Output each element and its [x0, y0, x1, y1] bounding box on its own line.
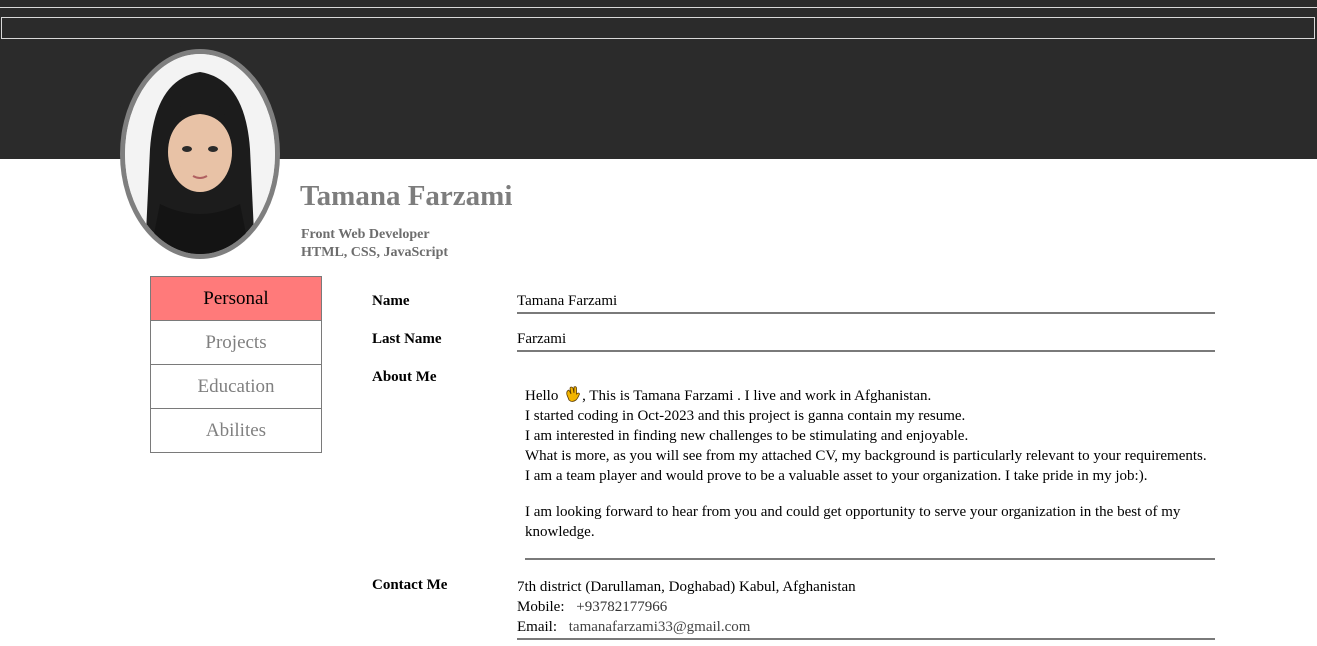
last-name-label: Last Name	[372, 331, 442, 347]
email-label: Email:	[517, 619, 557, 635]
profile-role-block: Front Web Developer HTML, CSS, JavaScrip…	[301, 226, 448, 262]
about-line-2: I started coding in Oct-2023 and this pr…	[525, 408, 966, 424]
about-greeting: Hello	[525, 388, 559, 404]
tab-abilities[interactable]: Abilites	[150, 408, 322, 453]
tab-personal[interactable]: Personal	[150, 276, 322, 321]
profile-role: Front Web Developer	[301, 227, 430, 242]
avatar-photo	[125, 54, 275, 254]
avatar	[120, 49, 280, 259]
contact-address: 7th district (Darullaman, Doghabad) Kabu…	[517, 579, 856, 595]
about-line-4: What is more, as you will see from my at…	[525, 448, 1207, 464]
name-value: Tamana Farzami	[517, 293, 1215, 314]
profile-skills: HTML, CSS, JavaScript	[301, 245, 449, 260]
last-name-value: Farzami	[517, 331, 1215, 352]
email-link[interactable]: tamanafarzami33@gmail.com	[569, 619, 751, 635]
section-tabs: Personal Projects Education Abilites	[150, 276, 322, 453]
contact-info: 7th district (Darullaman, Doghabad) Kabu…	[517, 577, 1215, 640]
tab-projects[interactable]: Projects	[150, 320, 322, 365]
about-paragraph: Hello , This is Tamana Farzami . I live …	[525, 385, 1215, 486]
about-me-label: About Me	[372, 369, 437, 385]
about-line-3: I am interested in finding new challenge…	[525, 428, 969, 444]
mobile-value: +93782177966	[576, 599, 668, 615]
about-line-1: , This is Tamana Farzami . I live and wo…	[582, 388, 932, 404]
mobile-label: Mobile:	[517, 599, 565, 615]
person-portrait-icon	[125, 54, 275, 254]
resume-page: Tamana Farzami Front Web Developer HTML,…	[0, 0, 1317, 646]
profile-name: Tamana Farzami	[300, 180, 513, 212]
top-nav-line	[0, 7, 1317, 10]
tab-education[interactable]: Education	[150, 364, 322, 409]
contact-email: Email: tamanafarzami33@gmail.com	[517, 617, 1215, 637]
name-label: Name	[372, 293, 410, 309]
about-closing: I am looking forward to hear from you an…	[525, 504, 1181, 540]
waving-hand-icon	[563, 385, 581, 403]
contact-me-label: Contact Me	[372, 577, 448, 593]
about-me-text: Hello , This is Tamana Farzami . I live …	[525, 385, 1215, 560]
contact-mobile: Mobile: +93782177966	[517, 597, 1215, 617]
top-nav-bar	[1, 17, 1315, 39]
about-line-5: I am a team player and would prove to be…	[525, 468, 1148, 484]
